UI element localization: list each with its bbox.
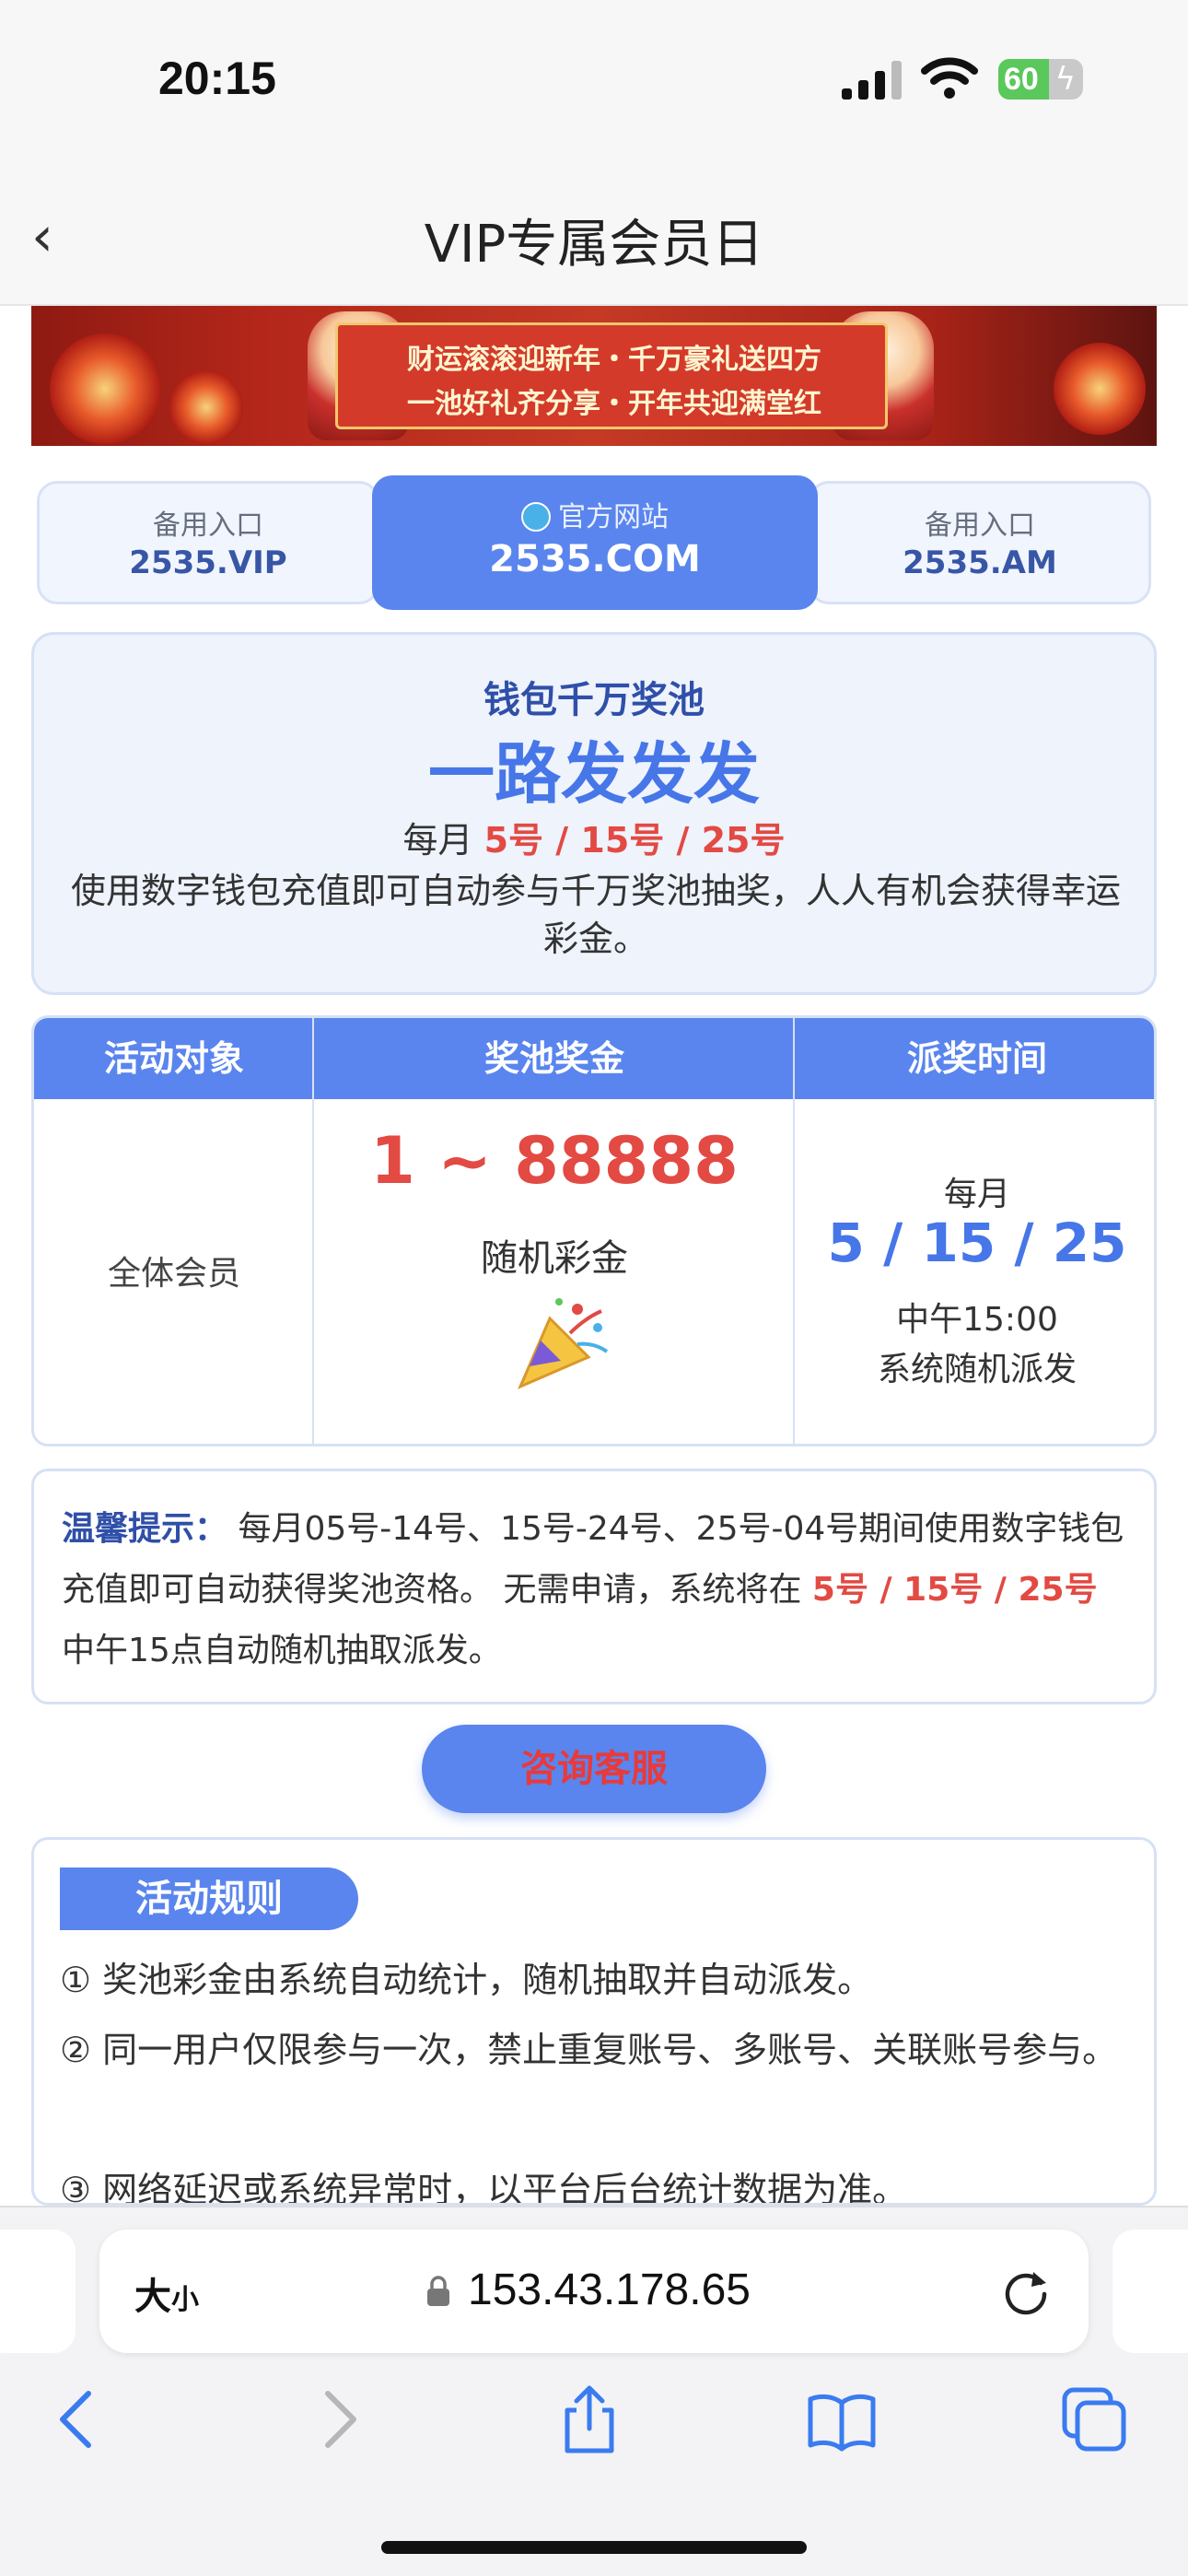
rule-item: ① 奖池彩金由系统自动统计，随机抽取并自动派发。 [60, 1960, 873, 2000]
promo-banner[interactable]: 财运滚滚迎新年・千万豪礼送四方 一池好礼齐分享・开年共迎满堂红 [31, 306, 1157, 446]
next-tab-stub[interactable] [1112, 2230, 1188, 2353]
time-monthly: 每月 [943, 1176, 1010, 1213]
tip-card: 温馨提示： 每月05号-14号、15号-24号、25号-04号期间使用数字钱包充… [31, 1469, 1157, 1704]
navigation-bar: ‹ VIP专属会员日 [0, 157, 1188, 306]
rules-title: 活动规则 [60, 1868, 358, 1930]
target-cell: 全体会员 [107, 1255, 240, 1293]
rule-item: ③ 网络延迟或系统异常时，以平台后台统计数据为准。 [60, 2170, 908, 2206]
jackpot-description: 使用数字钱包充值即可自动参与千万奖池抽奖，人人有机会获得幸运彩金。 [70, 871, 1121, 959]
page-settings-button[interactable]: 大小 [134, 2266, 199, 2320]
dates-prefix: 每月 [402, 820, 484, 861]
entry-url: 2535.VIP [129, 544, 287, 581]
time-noon: 中午15:00 [896, 1301, 1058, 1339]
consult-service-button[interactable]: 咨询客服 [422, 1725, 766, 1813]
flower-decoration [169, 370, 243, 444]
time-method: 系统随机派发 [877, 1351, 1077, 1388]
clock: 20:15 [158, 53, 276, 104]
entry-backup-vip[interactable]: 备用入口 2535.VIP [37, 481, 379, 604]
dates-value: 5号 / 15号 / 25号 [483, 820, 786, 861]
entry-label: 官方网站 [558, 501, 669, 533]
back-icon[interactable] [42, 2383, 116, 2456]
entry-label-row: 官方网站 [372, 494, 818, 534]
globe-icon [521, 502, 551, 532]
banner-sign: 财运滚滚迎新年・千万豪礼送四方 一池好礼齐分享・开年共迎满堂红 [335, 322, 888, 429]
jackpot-dates: 每月 5号 / 15号 / 25号 [34, 812, 1154, 862]
tip-dates: 5号 / 15号 / 25号 [811, 1571, 1098, 1609]
bookmarks-icon[interactable] [805, 2383, 879, 2456]
lock-icon [427, 2276, 449, 2306]
share-icon[interactable] [553, 2383, 626, 2456]
banner-line-2: 一池好礼齐分享・开年共迎满堂红 [407, 388, 821, 420]
previous-tab-stub[interactable] [0, 2230, 76, 2353]
aa-small: 小 [171, 2284, 199, 2316]
activity-table: 活动对象 奖池奖金 派奖时间 全体会员 1 ~ 88888 随机彩金 每月 5 … [31, 1015, 1157, 1446]
entry-url: 2535.COM [489, 538, 701, 580]
rules-card: 活动规则 ① 奖池彩金由系统自动统计，随机抽取并自动派发。 ② 同一用户仅限参与… [31, 1837, 1157, 2206]
home-indicator[interactable] [381, 2541, 807, 2554]
address-bar[interactable]: 大小 153.43.178.65 [99, 2230, 1089, 2353]
banner-line-1: 财运滚滚迎新年・千万豪礼送四方 [407, 344, 821, 376]
header-time: 派奖时间 [906, 1038, 1047, 1079]
tabs-icon[interactable] [1057, 2383, 1131, 2456]
battery-icon: 60 ϟ [998, 59, 1083, 100]
prize-cell: 1 ~ 88888 随机彩金 [314, 1099, 795, 1444]
lantern-decoration [1054, 343, 1146, 435]
header-target: 活动对象 [103, 1038, 244, 1079]
tip-label: 温馨提示： [62, 1510, 228, 1548]
reload-icon[interactable] [998, 2263, 1054, 2318]
status-bar: 20:15 60 ϟ [0, 0, 1188, 157]
table-header: 活动对象 奖池奖金 派奖时间 [34, 1018, 1154, 1099]
entry-official-site[interactable]: 官方网站 2535.COM [372, 475, 818, 610]
url-text: 153.43.178.65 [468, 2266, 751, 2314]
prize-label: 随机彩金 [481, 1237, 628, 1280]
header-prize: 奖池奖金 [483, 1038, 624, 1079]
entry-backup-am[interactable]: 备用入口 2535.AM [809, 481, 1151, 604]
prize-range: 1 ~ 88888 [370, 1123, 739, 1199]
entry-label: 备用入口 [925, 509, 1035, 542]
time-cell: 每月 5 / 15 / 25 中午15:00 系统随机派发 [795, 1099, 1154, 1444]
jackpot-title: 钱包千万奖池 [483, 679, 705, 721]
cellular-signal-icon [842, 61, 902, 100]
entry-label: 备用入口 [153, 509, 263, 542]
aa-big: 大 [134, 2276, 171, 2318]
page-title: VIP专属会员日 [424, 215, 764, 275]
tip-tail: 中午15点自动随机抽取派发。 [62, 1632, 502, 1669]
party-popper-icon [518, 1298, 609, 1389]
wifi-icon [921, 57, 978, 99]
jackpot-slogan: 一路发发发 [427, 735, 760, 813]
browser-toolbar: 大小 153.43.178.65 [0, 2206, 1188, 2576]
entry-url: 2535.AM [903, 544, 1057, 581]
forward-icon[interactable] [300, 2383, 374, 2456]
jackpot-card: 钱包千万奖池 一路发发发 每月 5号 / 15号 / 25号 使用数字钱包充值即… [31, 632, 1157, 995]
flower-decoration [50, 334, 160, 444]
tip-text: 温馨提示： 每月05号-14号、15号-24号、25号-04号期间使用数字钱包充… [62, 1499, 1132, 1681]
rule-item: ② 同一用户仅限参与一次，禁止重复账号、多账号、关联账号参与。 [60, 2030, 1118, 2070]
time-days: 5 / 15 / 25 [827, 1212, 1127, 1274]
